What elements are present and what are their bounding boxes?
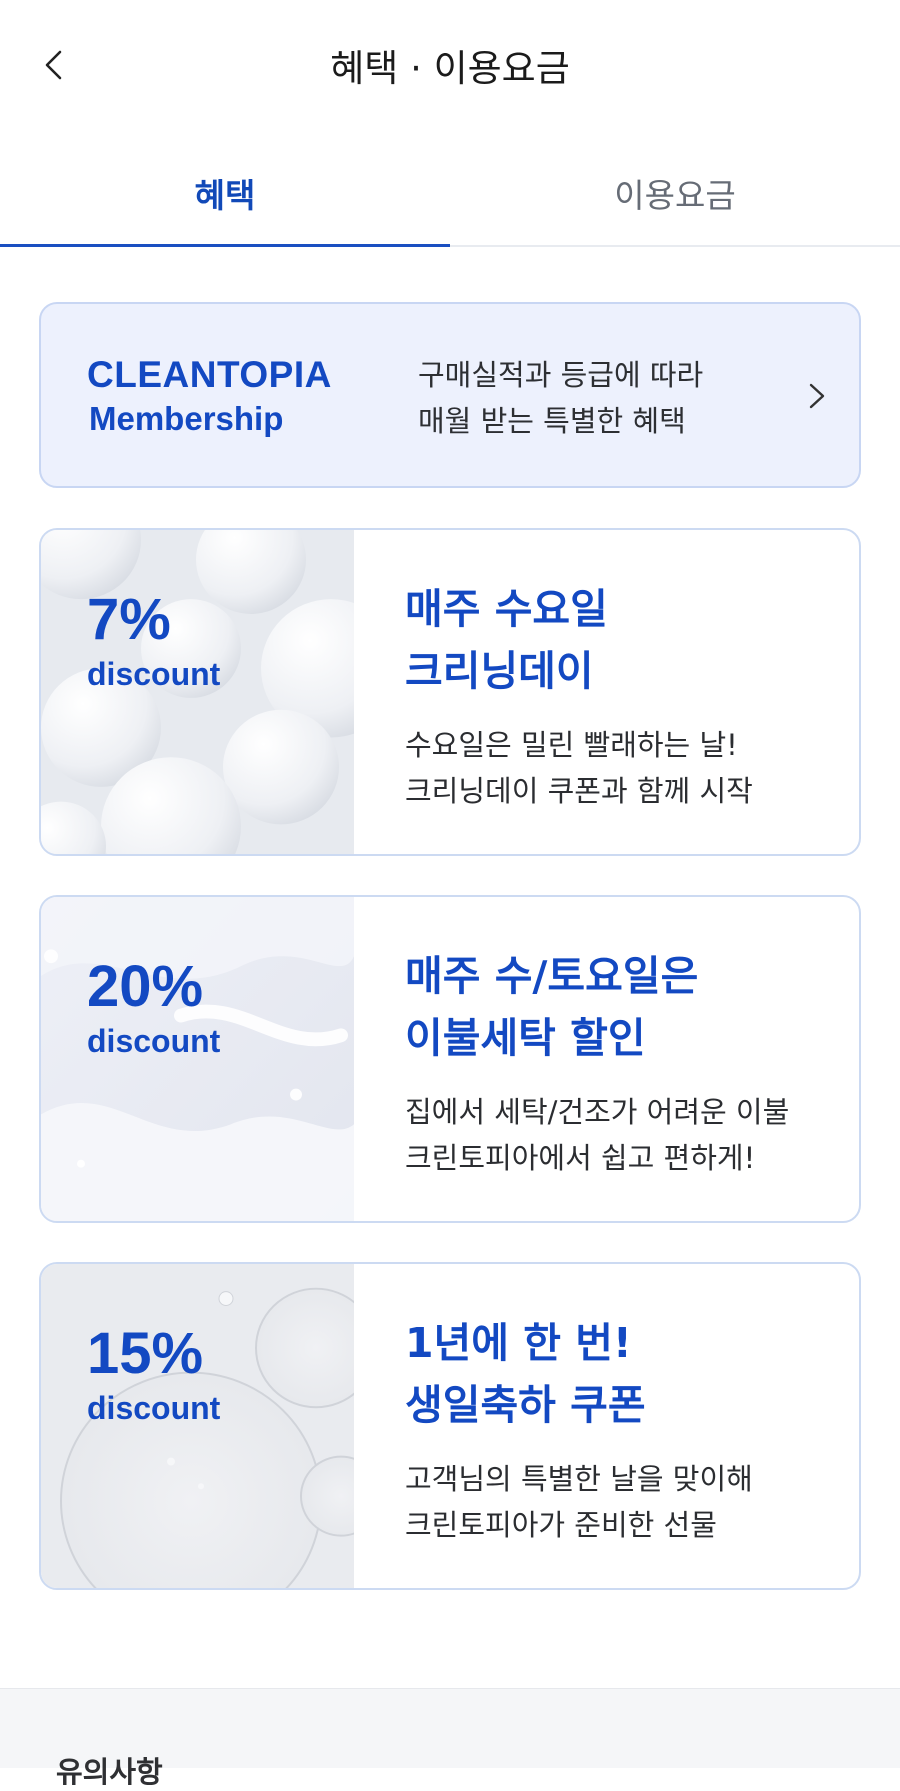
membership-desc-line1: 구매실적과 등급에 따라 [418, 358, 704, 392]
app-header: 혜택 · 이용요금 [0, 0, 900, 130]
benefit-card-birthday-coupon[interactable]: 15% discount 1년에 한 번! 생일축하 쿠폰 고객님의 특별한 날… [39, 1262, 861, 1590]
card-title-line1: 1년에 한 번! [405, 1319, 632, 1367]
tab-pricing[interactable]: 이용요금 [450, 140, 900, 245]
benefit-card-bedding-wash[interactable]: 20% discount 매주 수/토요일은 이불세탁 할인 집에서 세탁/건조… [39, 895, 861, 1223]
notice-section: 유의사항 [0, 1688, 900, 1789]
active-tab-indicator [0, 244, 450, 247]
card-title-line2: 이불세탁 할인 [405, 1014, 646, 1062]
membership-banner[interactable]: CLEANTOPIA Membership 구매실적과 등급에 따라 매월 받는… [39, 302, 861, 488]
card-desc-line2: 크린토피아에서 쉽고 편하게! [405, 1141, 756, 1175]
membership-brand-subtitle: Membership [89, 400, 284, 437]
card-title: 1년에 한 번! 생일축하 쿠폰 [405, 1312, 646, 1436]
card-desc-line2: 크린토피아가 준비한 선물 [405, 1508, 717, 1542]
tab-bar: 혜택 이용요금 [0, 140, 900, 247]
benefit-card-cleaning-day[interactable]: 7% discount 매주 수요일 크리닝데이 수요일은 밀린 빨래하는 날!… [39, 528, 861, 856]
card-title: 매주 수/토요일은 이불세탁 할인 [405, 945, 698, 1069]
page-title: 혜택 · 이용요금 [330, 47, 570, 90]
card-title-line2: 크리닝데이 [405, 647, 594, 695]
discount-label: discount [87, 1390, 221, 1426]
card-description: 고객님의 특별한 날을 맞이해 크린토피아가 준비한 선물 [405, 1456, 753, 1548]
card-desc-line1: 고객님의 특별한 날을 맞이해 [405, 1462, 753, 1496]
discount-percent: 7% [87, 587, 171, 652]
membership-brand-name: CLEANTOPIA [87, 354, 332, 395]
discount-percent: 20% [87, 954, 204, 1019]
card-desc-line1: 집에서 세탁/건조가 어려운 이불 [405, 1095, 790, 1129]
chevron-right-icon [809, 383, 825, 409]
card-title: 매주 수요일 크리닝데이 [405, 578, 608, 702]
card-desc-line2: 크리닝데이 쿠폰과 함께 시작 [405, 774, 753, 808]
card-description: 집에서 세탁/건조가 어려운 이불 크린토피아에서 쉽고 편하게! [405, 1089, 789, 1181]
membership-desc-line2: 매월 받는 특별한 혜택 [418, 404, 686, 438]
card-description: 수요일은 밀린 빨래하는 날! 크리닝데이 쿠폰과 함께 시작 [405, 722, 753, 814]
card-desc-line1: 수요일은 밀린 빨래하는 날! [405, 728, 738, 762]
card-title-line1: 매주 수/토요일은 [405, 952, 699, 1000]
tab-benefits[interactable]: 혜택 [0, 140, 450, 245]
card-title-line1: 매주 수요일 [405, 585, 608, 633]
notice-title: 유의사항 [56, 1755, 163, 1789]
discount-label: discount [87, 1023, 221, 1059]
discount-label: discount [87, 656, 221, 692]
card-title-line2: 생일축하 쿠폰 [405, 1381, 646, 1429]
membership-description: 구매실적과 등급에 따라 매월 받는 특별한 혜택 [418, 352, 703, 444]
discount-percent: 15% [87, 1321, 204, 1386]
